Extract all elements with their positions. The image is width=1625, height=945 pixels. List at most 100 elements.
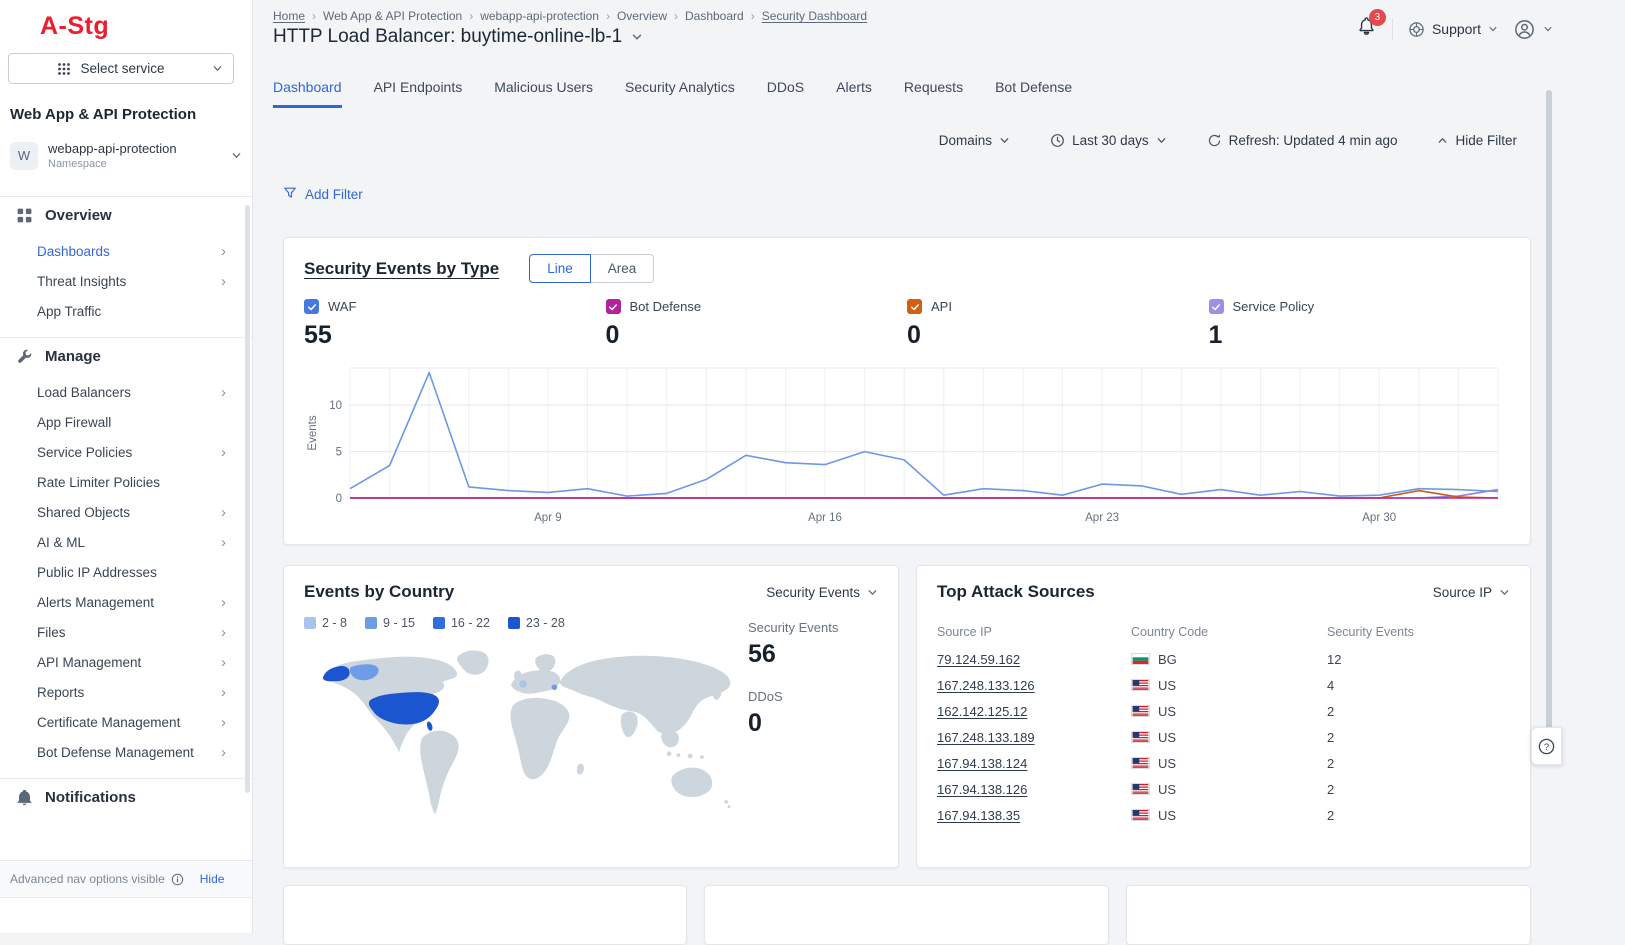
tab-alerts[interactable]: Alerts bbox=[836, 79, 872, 108]
sidebar-item-public-ip-addresses[interactable]: Public IP Addresses › bbox=[0, 558, 252, 588]
sidebar-item-rate-limiter-policies[interactable]: Rate Limiter Policies › bbox=[0, 468, 252, 498]
chevron-down-icon bbox=[1156, 135, 1167, 146]
main-scrollbar[interactable] bbox=[1546, 90, 1552, 735]
attack-source-row: 162.142.125.12 US 2 bbox=[937, 698, 1510, 724]
map-japan bbox=[713, 689, 721, 700]
nav-group: Overview Dashboards › Threat Insights › … bbox=[0, 196, 252, 337]
source-ip-link[interactable]: 162.142.125.12 bbox=[937, 704, 1027, 719]
brand-logo[interactable]: A-Stg bbox=[40, 12, 109, 41]
security-events-count: 2 bbox=[1327, 782, 1510, 797]
help-button[interactable]: ? bbox=[1531, 727, 1562, 765]
sidebar-item-app-traffic[interactable]: App Traffic › bbox=[0, 297, 252, 327]
card-events-by-country: Events by Country Security Events 2 - 8 … bbox=[283, 565, 899, 868]
topbar-actions: 3 Support bbox=[1356, 16, 1553, 42]
chevron-down-icon bbox=[999, 135, 1010, 146]
sidebar-item-threat-insights[interactable]: Threat Insights › bbox=[0, 267, 252, 297]
breadcrumb-webapp-api-protection[interactable]: webapp-api-protection bbox=[480, 9, 599, 23]
tab-security-analytics[interactable]: Security Analytics bbox=[625, 79, 735, 108]
legend-label: Service Policy bbox=[1233, 299, 1315, 314]
country-code: US bbox=[1158, 704, 1176, 719]
area-mode-button[interactable]: Area bbox=[591, 254, 655, 283]
service-selector[interactable]: Select service bbox=[8, 53, 234, 84]
tab-api-endpoints[interactable]: API Endpoints bbox=[374, 79, 463, 108]
source-ip-link[interactable]: 167.94.138.126 bbox=[937, 782, 1027, 797]
us-flag-icon bbox=[1131, 705, 1150, 717]
source-ip-link[interactable]: 167.94.138.124 bbox=[937, 756, 1027, 771]
legend-checkbox[interactable] bbox=[907, 299, 922, 314]
sidebar-section-title: Web App & API Protection bbox=[10, 106, 196, 123]
us-flag-icon bbox=[1131, 783, 1150, 795]
namespace-selector[interactable]: W webapp-api-protection Namespace bbox=[10, 141, 242, 170]
source-ip-link[interactable]: 167.94.138.35 bbox=[937, 808, 1020, 823]
tab-bot-defense[interactable]: Bot Defense bbox=[995, 79, 1072, 108]
breadcrumb-security-dashboard[interactable]: Security Dashboard bbox=[762, 9, 867, 23]
nav-group-overview[interactable]: Overview bbox=[0, 197, 252, 234]
source-ip-link[interactable]: 79.124.59.162 bbox=[937, 652, 1020, 667]
tab-ddos[interactable]: DDoS bbox=[767, 79, 804, 108]
nav-group-manage[interactable]: Manage bbox=[0, 338, 252, 375]
source-ip-link[interactable]: 167.248.133.189 bbox=[937, 730, 1035, 745]
hide-filter-button[interactable]: Hide Filter bbox=[1437, 133, 1517, 148]
card-security-events-by-type: Security Events by Type Line Area WAF 55… bbox=[283, 237, 1531, 545]
breadcrumb-dashboard[interactable]: Dashboard bbox=[685, 9, 744, 23]
country-metric-dropdown[interactable]: Security Events bbox=[766, 585, 878, 600]
bucket-swatch bbox=[508, 617, 520, 629]
attack-source-group-dropdown[interactable]: Source IP bbox=[1433, 585, 1510, 600]
chevron-down-icon[interactable] bbox=[631, 31, 643, 43]
support-menu[interactable]: Support bbox=[1408, 21, 1498, 38]
advanced-nav-note: Advanced nav options visible bbox=[10, 872, 165, 886]
stat-security-events-label: Security Events bbox=[748, 620, 878, 635]
page-title-row: HTTP Load Balancer: buytime-online-lb-1 bbox=[273, 26, 643, 48]
map-legend-bucket-0: 2 - 8 bbox=[304, 616, 347, 630]
svg-text:Events: Events bbox=[307, 415, 319, 450]
sidebar-item-api-management[interactable]: API Management › bbox=[0, 648, 252, 678]
question-icon: ? bbox=[1537, 737, 1556, 756]
time-range-dropdown[interactable]: Last 30 days bbox=[1050, 133, 1167, 148]
refresh-icon bbox=[1207, 133, 1222, 148]
legend-label: Bot Defense bbox=[630, 299, 702, 314]
refresh-button[interactable]: Refresh: Updated 4 min ago bbox=[1207, 133, 1398, 148]
sidebar-item-bot-defense-management[interactable]: Bot Defense Management › bbox=[0, 738, 252, 768]
domains-dropdown[interactable]: Domains bbox=[939, 133, 1010, 148]
support-icon bbox=[1408, 21, 1425, 38]
hide-advanced-nav-link[interactable]: Hide bbox=[200, 872, 225, 886]
attack-source-row: 167.248.133.189 US 2 bbox=[937, 724, 1510, 750]
country-code: US bbox=[1158, 678, 1176, 693]
sidebar-item-shared-objects[interactable]: Shared Objects › bbox=[0, 498, 252, 528]
legend-checkbox[interactable] bbox=[1209, 299, 1224, 314]
sidebar-item-app-firewall[interactable]: App Firewall › bbox=[0, 408, 252, 438]
sidebar: A-Stg Select service Web App & API Prote… bbox=[0, 0, 253, 933]
security-events-count: 12 bbox=[1327, 652, 1510, 667]
svg-text:Apr 16: Apr 16 bbox=[808, 512, 842, 524]
legend-checkbox[interactable] bbox=[304, 299, 319, 314]
wrench-icon bbox=[16, 348, 33, 365]
sidebar-item-files[interactable]: Files › bbox=[0, 618, 252, 648]
col-source-ip: Source IP bbox=[937, 625, 1131, 639]
breadcrumb-overview[interactable]: Overview bbox=[617, 9, 667, 23]
sidebar-item-alerts-management[interactable]: Alerts Management › bbox=[0, 588, 252, 618]
card-partial-2 bbox=[704, 885, 1109, 945]
tab-dashboard[interactable]: Dashboard bbox=[273, 79, 342, 108]
sidebar-item-service-policies[interactable]: Service Policies › bbox=[0, 438, 252, 468]
tab-malicious-users[interactable]: Malicious Users bbox=[494, 79, 593, 108]
nav-group-notifications[interactable]: Notifications bbox=[0, 779, 252, 816]
breadcrumb-web-app-api-protection[interactable]: Web App & API Protection bbox=[323, 9, 462, 23]
security-events-title[interactable]: Security Events by Type bbox=[304, 259, 499, 279]
notifications-bell-button[interactable]: 3 bbox=[1356, 16, 1377, 42]
line-mode-button[interactable]: Line bbox=[529, 254, 591, 283]
sidebar-item-load-balancers[interactable]: Load Balancers › bbox=[0, 378, 252, 408]
sidebar-item-certificate-management[interactable]: Certificate Management › bbox=[0, 708, 252, 738]
breadcrumb-home[interactable]: Home bbox=[273, 9, 305, 23]
source-ip-link[interactable]: 167.248.133.126 bbox=[937, 678, 1035, 693]
sidebar-item-ai-ml[interactable]: AI & ML › bbox=[0, 528, 252, 558]
sidebar-item-dashboards[interactable]: Dashboards › bbox=[0, 237, 252, 267]
sidebar-scrollbar[interactable] bbox=[245, 205, 250, 793]
svg-text:0: 0 bbox=[336, 493, 342, 505]
account-menu[interactable] bbox=[1513, 18, 1553, 41]
tab-requests[interactable]: Requests bbox=[904, 79, 963, 108]
legend-checkbox[interactable] bbox=[606, 299, 621, 314]
map-new-zealand bbox=[728, 805, 731, 808]
add-filter-button[interactable]: Add Filter bbox=[283, 186, 363, 203]
sidebar-item-reports[interactable]: Reports › bbox=[0, 678, 252, 708]
svg-text:10: 10 bbox=[329, 400, 342, 412]
